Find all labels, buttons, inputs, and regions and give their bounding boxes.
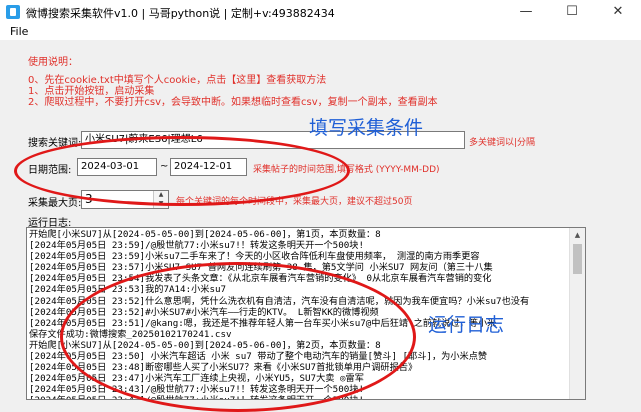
instructions-heading: 使用说明： — [28, 57, 78, 68]
scroll-thumb[interactable] — [573, 244, 582, 274]
log-line: [2024年05月05日 23:59]/@殷世航77:小米su7!！转发这条明天… — [29, 240, 364, 252]
instruction-line-2: 2、爬取过程中，不要打开csv，会导致中断。如果想临时查看csv，复制一个副本，… — [28, 97, 438, 108]
annotation-run-log: 运行日志 — [428, 314, 505, 336]
title-bar: 微博搜索采集软件v1.0 | 马哥python说 | 定制+v:49388243… — [0, 0, 641, 24]
annotation-circle-log — [60, 262, 416, 412]
close-button[interactable]: ✕ — [595, 0, 641, 24]
minimize-button[interactable]: — — [503, 0, 549, 24]
annotation-circle-conditions — [14, 136, 350, 206]
log-line: [2024年05月05日 23:59]小米su7二手车来了！今天的小区收合阵低利… — [29, 251, 480, 263]
app-icon — [6, 5, 20, 19]
scroll-up-icon[interactable]: ▲ — [570, 228, 585, 242]
window-title: 微博搜索采集软件v1.0 | 马哥python说 | 定制+v:49388243… — [26, 7, 335, 20]
log-scrollbar[interactable]: ▲ — [569, 228, 585, 399]
keyword-note: 多关键词以|分隔 — [469, 138, 536, 148]
main-content: 使用说明： 0、先在cookie.txt中填写个人cookie，点击【这里】查看… — [0, 40, 641, 412]
maximize-button[interactable]: ☐ — [549, 0, 595, 24]
menu-bar: File — [0, 24, 641, 40]
menu-file[interactable]: File — [10, 25, 28, 38]
log-line: 开始爬[小米SU7]从[2024-05-05-00]到[2024-05-06-0… — [29, 229, 381, 240]
annotation-fill-conditions: 填写采集条件 — [309, 117, 424, 139]
